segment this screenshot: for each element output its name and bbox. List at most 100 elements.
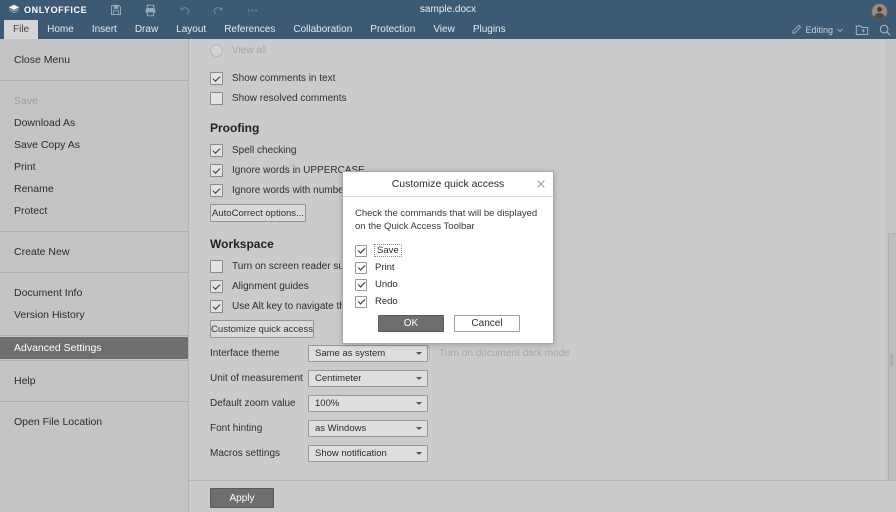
sidebar-item-print[interactable]: Print	[0, 156, 188, 178]
ribbon-right-controls: Editing	[791, 20, 892, 39]
view-all-label: View all	[232, 45, 266, 56]
proofing-section-title: Proofing	[210, 121, 259, 135]
customize-quick-access-button[interactable]: Customize quick access	[210, 320, 314, 338]
unit-of-measurement-value: Centimeter	[315, 373, 361, 384]
font-hinting-select[interactable]: as Windows	[308, 420, 428, 437]
sidebar-item-help[interactable]: Help	[0, 370, 188, 392]
dialog-header: Customize quick access	[343, 172, 553, 197]
sidebar-item-protect[interactable]: Protect	[0, 200, 188, 222]
interface-theme-value: Same as system	[315, 348, 385, 359]
sidebar-item-rename[interactable]: Rename	[0, 178, 188, 200]
tab-home[interactable]: Home	[38, 20, 83, 39]
editing-mode-selector[interactable]: Editing	[791, 24, 846, 35]
onlyoffice-logo-icon	[8, 4, 20, 16]
option-view-all: View all	[210, 44, 266, 57]
spell-checking-checkbox[interactable]	[210, 144, 223, 157]
option-spell-checking[interactable]: Spell checking	[210, 144, 296, 157]
screen-reader-checkbox[interactable]	[210, 260, 223, 273]
quick-access-toolbar	[109, 0, 259, 20]
sidebar-item-document-info[interactable]: Document Info	[0, 282, 188, 304]
setting-default-zoom-value: Default zoom value 100%	[210, 395, 428, 412]
macros-settings-select[interactable]: Show notification	[308, 445, 428, 462]
chevron-down-icon	[836, 26, 844, 34]
setting-macros-settings: Macros settings Show notification	[210, 445, 428, 462]
open-location-icon[interactable]	[855, 23, 869, 37]
ignore-numbers-checkbox[interactable]	[210, 184, 223, 197]
option-show-resolved-comments[interactable]: Show resolved comments	[210, 92, 347, 105]
sidebar-item-version-history[interactable]: Version History	[0, 304, 188, 326]
chevron-down-icon	[416, 427, 422, 430]
tab-collaboration[interactable]: Collaboration	[284, 20, 361, 39]
tab-file[interactable]: File	[4, 20, 38, 39]
more-icon[interactable]	[245, 3, 259, 17]
option-show-comments-in-text[interactable]: Show comments in text	[210, 72, 335, 85]
scrollbar-thumb[interactable]	[888, 233, 896, 487]
show-comments-in-text-label: Show comments in text	[232, 73, 335, 84]
alignment-guides-label: Alignment guides	[232, 281, 309, 292]
sidebar-item-create-new[interactable]: Create New	[0, 241, 188, 263]
sidebar-item-close-menu[interactable]: Close Menu	[0, 49, 188, 71]
dialog-body: Check the commands that will be displaye…	[343, 197, 553, 310]
tab-view[interactable]: View	[424, 20, 464, 39]
sidebar-item-save-copy-as[interactable]: Save Copy As	[0, 134, 188, 156]
close-icon[interactable]	[535, 178, 547, 190]
undo-icon[interactable]	[177, 3, 191, 17]
print-icon[interactable]	[143, 3, 157, 17]
dialog-option-print[interactable]: Print	[355, 259, 541, 276]
dialog-ok-button[interactable]: OK	[378, 315, 444, 332]
apply-button[interactable]: Apply	[210, 488, 274, 508]
sidebar-item-advanced-settings[interactable]: Advanced Settings	[0, 337, 188, 359]
settings-scrollbar[interactable]	[886, 39, 896, 480]
title-bar: ONLYOFFICE sample.docx	[0, 0, 896, 20]
ribbon-tabs: File Home Insert Draw Layout References …	[0, 20, 896, 39]
view-all-radio	[210, 44, 223, 57]
editing-mode-label: Editing	[805, 25, 833, 35]
autocorrect-options-button[interactable]: AutoCorrect options...	[210, 204, 306, 222]
interface-theme-label: Interface theme	[210, 348, 308, 359]
tab-insert[interactable]: Insert	[83, 20, 126, 39]
tab-draw[interactable]: Draw	[126, 20, 167, 39]
chevron-down-icon	[416, 377, 422, 380]
option-alignment-guides[interactable]: Alignment guides	[210, 280, 309, 293]
dialog-undo-checkbox[interactable]	[355, 279, 367, 291]
dialog-print-checkbox[interactable]	[355, 262, 367, 274]
user-avatar[interactable]	[871, 3, 888, 20]
dialog-cancel-button[interactable]: Cancel	[454, 315, 520, 332]
alt-key-navigate-checkbox[interactable]	[210, 300, 223, 313]
setting-interface-theme: Interface theme Same as system	[210, 345, 428, 362]
alignment-guides-checkbox[interactable]	[210, 280, 223, 293]
dialog-description: Check the commands that will be displaye…	[355, 207, 541, 233]
show-comments-in-text-checkbox[interactable]	[210, 72, 223, 85]
sidebar-item-open-file-location[interactable]: Open File Location	[0, 411, 188, 433]
default-zoom-value-select[interactable]: 100%	[308, 395, 428, 412]
option-ignore-numbers[interactable]: Ignore words with numbers	[210, 184, 352, 197]
tab-layout[interactable]: Layout	[167, 20, 215, 39]
dialog-option-undo[interactable]: Undo	[355, 276, 541, 293]
dialog-redo-checkbox[interactable]	[355, 296, 367, 308]
apply-bar: Apply	[189, 480, 896, 512]
unit-of-measurement-select[interactable]: Centimeter	[308, 370, 428, 387]
redo-icon[interactable]	[211, 3, 225, 17]
app-logo: ONLYOFFICE	[8, 0, 87, 20]
tab-protection[interactable]: Protection	[361, 20, 424, 39]
unit-of-measurement-label: Unit of measurement	[210, 373, 308, 384]
document-dark-mode-label: Turn on document dark mode	[439, 348, 570, 359]
show-resolved-comments-label: Show resolved comments	[232, 93, 347, 104]
chevron-down-icon	[416, 402, 422, 405]
ignore-uppercase-checkbox[interactable]	[210, 164, 223, 177]
font-hinting-label: Font hinting	[210, 423, 308, 434]
file-menu-sidebar: Close Menu Save Download As Save Copy As…	[0, 39, 189, 512]
sidebar-item-download-as[interactable]: Download As	[0, 112, 188, 134]
dialog-save-checkbox[interactable]	[355, 245, 367, 257]
dialog-option-save[interactable]: Save	[355, 242, 541, 259]
onlyoffice-window: ONLYOFFICE sample.docx Fi	[0, 0, 896, 512]
tab-plugins[interactable]: Plugins	[464, 20, 515, 39]
search-icon[interactable]	[878, 23, 892, 37]
show-resolved-comments-checkbox[interactable]	[210, 92, 223, 105]
tab-references[interactable]: References	[215, 20, 284, 39]
workspace-section-title: Workspace	[210, 237, 274, 251]
interface-theme-select[interactable]: Same as system	[308, 345, 428, 362]
save-icon[interactable]	[109, 3, 123, 17]
dialog-option-redo[interactable]: Redo	[355, 293, 541, 310]
dialog-redo-label: Redo	[375, 296, 398, 307]
